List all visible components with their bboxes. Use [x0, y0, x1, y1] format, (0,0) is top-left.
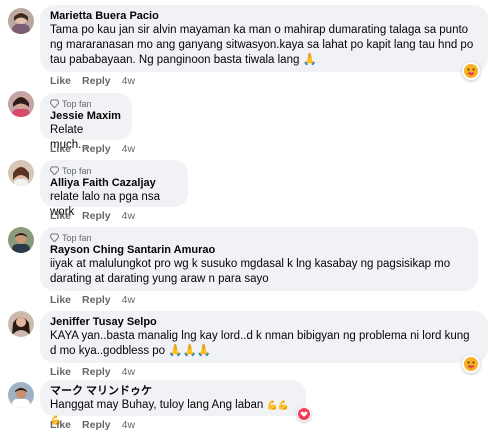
- comment-actions: Like Reply 4w: [50, 419, 146, 431]
- comment-actions: Like Reply 4w: [50, 294, 146, 306]
- heart-reaction-icon[interactable]: [297, 407, 311, 421]
- top-fan-badge: Top fan: [50, 165, 178, 176]
- comment-actions: Like Reply 4w: [50, 75, 146, 87]
- comment-author[interactable]: Marietta Buera Pacio: [50, 10, 478, 23]
- comment-author[interactable]: Alliya Faith Cazaljay: [50, 177, 178, 190]
- timestamp[interactable]: 4w: [122, 419, 135, 431]
- avatar[interactable]: [8, 160, 34, 186]
- reply-link[interactable]: Reply: [82, 366, 111, 378]
- pray-emoji: 🙏🙏🙏: [168, 345, 212, 357]
- reply-link[interactable]: Reply: [82, 294, 111, 306]
- diamond-icon: [50, 166, 59, 175]
- like-link[interactable]: Like: [50, 419, 71, 431]
- avatar[interactable]: [8, 311, 34, 337]
- comment-thread: Marietta Buera Pacio Tama po kau jan sir…: [0, 0, 500, 431]
- care-reaction-icon[interactable]: [462, 355, 480, 373]
- diamond-icon: [50, 233, 59, 242]
- pray-emoji: 🙏: [302, 54, 317, 66]
- comment-actions: Like Reply 4w: [50, 366, 146, 378]
- timestamp[interactable]: 4w: [122, 143, 135, 155]
- reply-link[interactable]: Reply: [82, 143, 111, 155]
- comment-author[interactable]: Rayson Ching Santarin Amurao: [50, 244, 468, 257]
- badge-label: Top fan: [62, 98, 92, 109]
- badge-label: Top fan: [62, 165, 92, 176]
- like-link[interactable]: Like: [50, 366, 71, 378]
- comment-actions: Like Reply 4w: [50, 210, 146, 222]
- avatar[interactable]: [8, 91, 34, 117]
- reply-link[interactable]: Reply: [82, 419, 111, 431]
- comment-author[interactable]: Jessie Maxim: [50, 110, 122, 123]
- like-link[interactable]: Like: [50, 294, 71, 306]
- reply-link[interactable]: Reply: [82, 210, 111, 222]
- avatar[interactable]: [8, 382, 34, 408]
- comment-text: Tama po kau jan sir alvin mayaman ka man…: [50, 24, 474, 66]
- comment-text: iiyak at malulungkot pro wg k susuko mgd…: [50, 258, 451, 285]
- comment-actions: Like Reply 4w: [50, 143, 146, 155]
- comment-bubble: Marietta Buera Pacio Tama po kau jan sir…: [40, 5, 488, 72]
- timestamp[interactable]: 4w: [122, 294, 135, 306]
- badge-label: Top fan: [62, 232, 92, 243]
- comment-bubble: Top fan Alliya Faith Cazaljay relate lal…: [40, 160, 188, 218]
- comment-author[interactable]: マーク マリンドゥケ: [50, 385, 296, 398]
- avatar[interactable]: [8, 227, 34, 253]
- avatar[interactable]: [8, 8, 34, 34]
- comment-bubble: Top fan Rayson Ching Santarin Amurao iiy…: [40, 227, 478, 291]
- comment-author[interactable]: Jeniffer Tusay Selpo: [50, 316, 478, 329]
- comment-bubble: マーク マリンドゥケ Hanggat may Buhay, tuloy lang…: [40, 380, 306, 425]
- comment-bubble: Jeniffer Tusay Selpo KAYA yan..basta man…: [40, 311, 488, 363]
- timestamp[interactable]: 4w: [122, 210, 135, 222]
- comment-bubble: Top fan Jessie Maxim Relate much...: [40, 93, 132, 151]
- timestamp[interactable]: 4w: [122, 366, 135, 378]
- top-fan-badge: Top fan: [50, 232, 468, 243]
- timestamp[interactable]: 4w: [122, 75, 135, 87]
- reply-link[interactable]: Reply: [82, 75, 111, 87]
- like-link[interactable]: Like: [50, 75, 71, 87]
- like-link[interactable]: Like: [50, 210, 71, 222]
- like-link[interactable]: Like: [50, 143, 71, 155]
- top-fan-badge: Top fan: [50, 98, 122, 109]
- care-reaction-icon[interactable]: [462, 62, 480, 80]
- comment-text: KAYA yan..basta manalig lng kay lord..d …: [50, 330, 470, 357]
- diamond-icon: [50, 99, 59, 108]
